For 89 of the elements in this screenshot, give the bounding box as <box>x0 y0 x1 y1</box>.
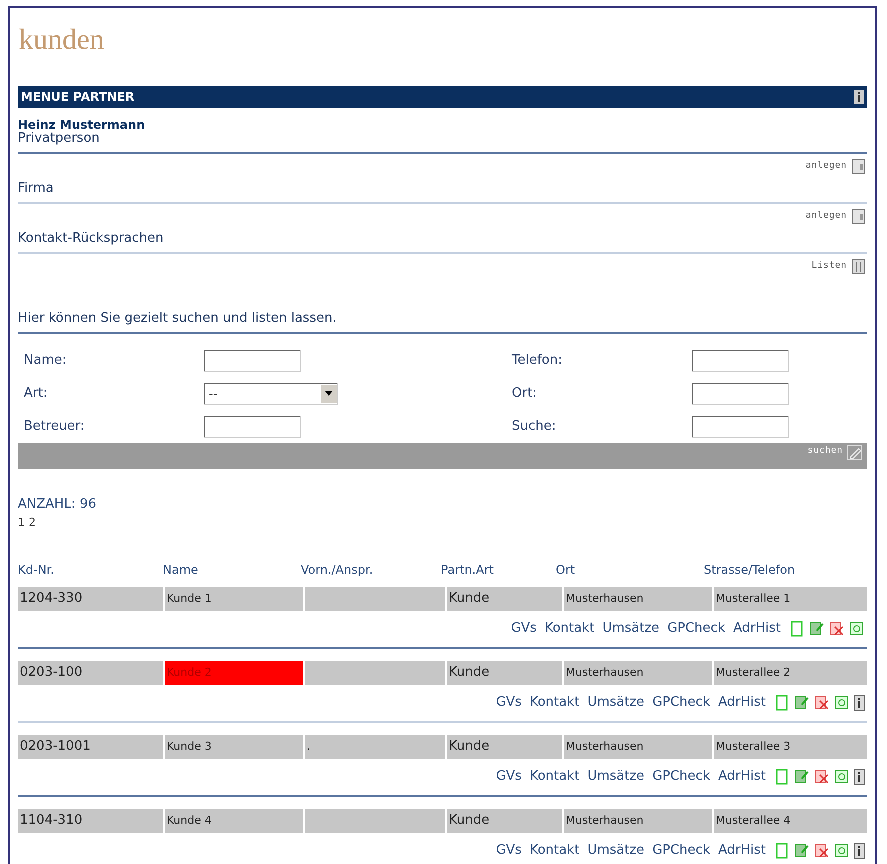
input-field[interactable] <box>204 416 301 438</box>
document-icon[interactable] <box>851 159 867 175</box>
row-link[interactable]: GVs <box>496 767 522 787</box>
row-link[interactable]: GPCheck <box>652 841 710 861</box>
refresh-icon[interactable] <box>849 621 865 637</box>
table-cell: Musterhausen <box>564 661 712 685</box>
menu-title: MENUE PARTNER <box>21 89 135 106</box>
column-header: Vorn./Anspr. <box>301 562 374 579</box>
row-link[interactable]: Umsätze <box>588 841 645 861</box>
table-cell: Kunde 4 <box>165 809 303 833</box>
table-cell: Kunde <box>447 587 562 611</box>
search-description: Hier können Sie gezielt suchen und listen lassen. <box>18 310 338 328</box>
input-field[interactable] <box>204 350 301 372</box>
info-icon[interactable] <box>854 769 865 785</box>
page-link[interactable]: 2 <box>29 514 36 531</box>
row-link[interactable]: Umsätze <box>588 767 645 787</box>
row-link[interactable]: Kontakt <box>530 693 580 713</box>
table-cell: Musterallee 2 <box>714 661 867 685</box>
info-icon[interactable] <box>854 843 865 859</box>
row-link[interactable]: AdrHist <box>718 767 766 787</box>
table-cell: 1204-330 <box>18 587 163 611</box>
table-cell: Kunde <box>447 661 562 685</box>
table-cell: Musterhausen <box>564 587 712 611</box>
table-cell: Kunde 2 <box>165 661 303 685</box>
page-link[interactable]: 1 <box>18 514 25 531</box>
row-link[interactable]: GPCheck <box>652 767 710 787</box>
table-cell: 0203-1001 <box>18 735 163 759</box>
info-icon[interactable] <box>854 695 865 711</box>
document-icon[interactable] <box>851 209 867 225</box>
table-cell: . <box>305 735 445 759</box>
delete-icon[interactable] <box>814 843 830 859</box>
field-label: Art: <box>24 384 49 403</box>
action-link[interactable]: anlegen <box>806 160 847 174</box>
table-cell: Kunde 1 <box>165 587 303 611</box>
table-cell: Musterallee 1 <box>714 587 867 611</box>
row-link[interactable]: GVs <box>511 619 537 639</box>
row-link[interactable]: GVs <box>496 693 522 713</box>
column-header: Ort <box>556 562 576 579</box>
row-link[interactable]: AdrHist <box>718 693 766 713</box>
row-link[interactable]: Kontakt <box>530 841 580 861</box>
action-link[interactable]: anlegen <box>806 210 847 224</box>
edit-icon[interactable] <box>809 621 825 637</box>
input-field[interactable] <box>692 350 789 372</box>
column-header: Strasse/Telefon <box>704 562 796 579</box>
field-label: Suche: <box>512 418 558 436</box>
column-header: Name <box>163 562 200 579</box>
table-cell: Musterhausen <box>564 735 712 759</box>
action-link[interactable]: Listen <box>812 260 847 274</box>
list-icon[interactable] <box>851 259 867 275</box>
person-name: Heinz Mustermann <box>18 118 146 132</box>
edit-icon[interactable] <box>794 843 810 859</box>
type-select[interactable]: -- <box>204 382 338 404</box>
table-cell: 1104-310 <box>18 809 163 833</box>
section-label: Firma <box>18 180 55 198</box>
delete-icon[interactable] <box>829 621 845 637</box>
input-field[interactable] <box>692 416 789 438</box>
delete-icon[interactable] <box>814 769 830 785</box>
row-link[interactable]: GPCheck <box>668 619 726 639</box>
row-link[interactable]: Umsätze <box>602 619 660 639</box>
row-link[interactable]: GPCheck <box>652 693 710 713</box>
info-icon[interactable] <box>854 90 864 104</box>
row-link[interactable]: Kontakt <box>530 767 580 787</box>
field-label: Telefon: <box>512 352 564 370</box>
row-link[interactable]: Kontakt <box>544 619 595 639</box>
pencil-icon[interactable] <box>847 445 863 461</box>
edit-icon[interactable] <box>794 695 810 711</box>
table-cell: Kunde <box>447 735 562 759</box>
table-cell: 0203-100 <box>18 661 163 685</box>
row-link[interactable]: AdrHist <box>718 841 766 861</box>
row-link[interactable]: GVs <box>496 841 522 861</box>
column-header: Partn.Art <box>441 562 495 579</box>
result-count: ANZAHL: 96 <box>18 496 98 514</box>
field-label: Betreuer: <box>24 418 86 436</box>
section-label: Kontakt-Rücksprachen <box>18 230 165 248</box>
table-cell: Musterhausen <box>564 809 712 833</box>
page-title: kunden <box>19 23 106 58</box>
table-cell: Musterallee 4 <box>714 809 867 833</box>
delete-icon[interactable] <box>814 695 830 711</box>
column-header: Kd-Nr. <box>18 562 56 579</box>
table-cell: Kunde <box>447 809 562 833</box>
person-type: Privatperson <box>18 132 101 146</box>
edit-icon[interactable] <box>794 769 810 785</box>
table-cell: Musterallee 3 <box>714 735 867 759</box>
field-label: Name: <box>24 352 68 370</box>
input-field[interactable] <box>692 382 789 404</box>
table-cell: Kunde 3 <box>165 735 303 759</box>
row-link[interactable]: AdrHist <box>733 619 781 639</box>
field-label: Ort: <box>512 384 538 403</box>
row-link[interactable]: Umsätze <box>588 693 645 713</box>
